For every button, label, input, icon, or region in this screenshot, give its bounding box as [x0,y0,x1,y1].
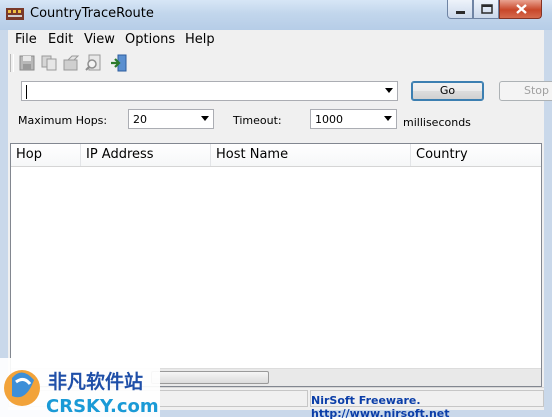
title-bar[interactable]: CountryTraceRoute [0,0,552,30]
column-hop[interactable]: Hop [11,144,81,166]
toolbar [8,51,544,77]
minimize-icon [456,11,465,14]
properties-icon[interactable] [62,54,80,72]
menu-view[interactable]: View [84,32,115,47]
menu-bar: File Edit View Options Help [8,30,544,50]
watermark-chinese: 非凡软件站 [48,370,143,393]
watermark-text: CRSKY.com [46,396,159,417]
close-button[interactable] [499,0,542,19]
scrollbar-thumb[interactable] [151,371,269,384]
timeout-label: Timeout: [233,114,282,127]
find-icon[interactable] [85,54,103,72]
maximize-icon [481,4,493,14]
status-cell-right: NirSoft Freeware. http://www.nirsoft.net [310,390,544,420]
exit-icon[interactable] [110,54,128,72]
address-combo[interactable] [21,81,398,101]
chevron-down-icon[interactable] [385,88,393,93]
client-area: File Edit View Options Help Go Stop Maxi… [8,30,552,420]
app-icon [6,8,24,20]
maximize-button[interactable] [473,0,499,19]
results-list[interactable]: Hop IP Address Host Name Country [10,143,542,387]
max-hops-value: 20 [133,113,147,126]
column-country[interactable]: Country [411,144,541,166]
max-hops-label: Maximum Hops: [18,114,108,127]
max-hops-select[interactable]: 20 [128,109,214,129]
crsky-watermark: 非凡软件站 CRSKY.com [0,358,160,417]
toolbar-grip [10,54,14,72]
menu-help[interactable]: Help [185,32,215,47]
menu-file[interactable]: File [15,32,37,47]
minimize-button[interactable] [447,0,473,19]
list-header: Hop IP Address Host Name Country [11,144,541,167]
save-icon[interactable] [18,54,36,72]
copy-icon[interactable] [40,54,58,72]
column-ip-address[interactable]: IP Address [81,144,211,166]
chevron-down-icon[interactable] [201,116,209,121]
close-icon [516,4,527,14]
menu-edit[interactable]: Edit [48,32,73,47]
timeout-unit-label: milliseconds [403,116,471,129]
text-caret [26,85,27,99]
menu-options[interactable]: Options [125,32,175,47]
window-title: CountryTraceRoute [30,6,154,21]
go-button[interactable]: Go [411,81,484,101]
timeout-select[interactable]: 1000 [310,109,397,129]
app-window: CountryTraceRoute File Edit View Options… [0,0,552,420]
status-text: NirSoft Freeware. http://www.nirsoft.net [311,394,450,420]
stop-button[interactable]: Stop [499,81,552,101]
timeout-value: 1000 [315,113,343,126]
chevron-down-icon[interactable] [384,116,392,121]
column-host-name[interactable]: Host Name [211,144,411,166]
